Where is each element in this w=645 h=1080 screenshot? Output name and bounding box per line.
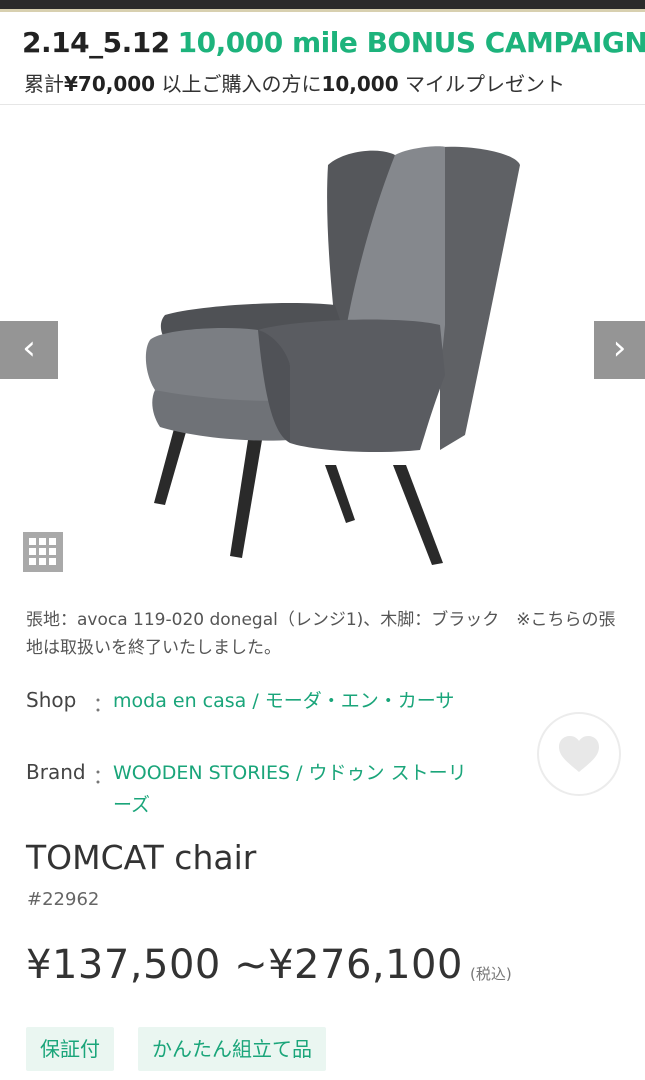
brand-label: Brand (26, 760, 86, 784)
shop-separator: ： (93, 692, 113, 716)
tax-note: (税込) (470, 965, 512, 983)
campaign-title: 10,000 mile BONUS CAMPAIGN (177, 26, 645, 59)
top-dark-bar (0, 0, 645, 9)
campaign-sub-amount: ¥70,000 (64, 72, 156, 96)
product-image-chair (145, 146, 520, 565)
tag-warranty[interactable]: 保証付 (26, 1027, 114, 1071)
shop-link[interactable]: moda en casa / モーダ・エン・カーサ (113, 685, 473, 717)
brand-link[interactable]: WOODEN STORIES / ウドゥン ストーリーズ (113, 757, 473, 821)
campaign-sub-post: マイルプレゼント (405, 72, 565, 96)
product-image-gallery[interactable]: ‹ › (0, 105, 645, 575)
campaign-sub-miles: 10,000 (321, 72, 399, 96)
heart-icon (559, 736, 599, 772)
product-id: #22962 (27, 889, 100, 910)
price-range: ¥137,500 ~¥276,100 (26, 942, 463, 988)
product-title: TOMCAT chair (26, 838, 257, 877)
tag-easy-assembly[interactable]: かんたん組立て品 (138, 1027, 326, 1071)
shop-label: Shop (26, 688, 77, 712)
favorite-button[interactable] (537, 712, 621, 796)
campaign-headline: 2.14_5.12 10,000 mile BONUS CAMPAIGN (22, 26, 645, 59)
grid-icon[interactable] (23, 532, 63, 572)
material-description: 張地：avoca 119-020 donegal（レンジ1)、木脚：ブラック ※… (26, 610, 616, 658)
campaign-banner[interactable]: 2.14_5.12 10,000 mile BONUS CAMPAIGN 累計¥7… (0, 12, 645, 105)
chevron-right-icon[interactable]: › (594, 321, 645, 379)
campaign-sub-mid: 以上ご購入の方に (161, 72, 322, 96)
campaign-dates: 2.14_5.12 (22, 26, 170, 59)
campaign-subline: 累計¥70,000 以上ご購入の方に10,000 マイルプレゼント (24, 68, 565, 97)
brand-separator: ： (93, 764, 113, 788)
campaign-sub-pre: 累計 (24, 72, 64, 96)
chevron-left-icon[interactable]: ‹ (0, 321, 58, 379)
